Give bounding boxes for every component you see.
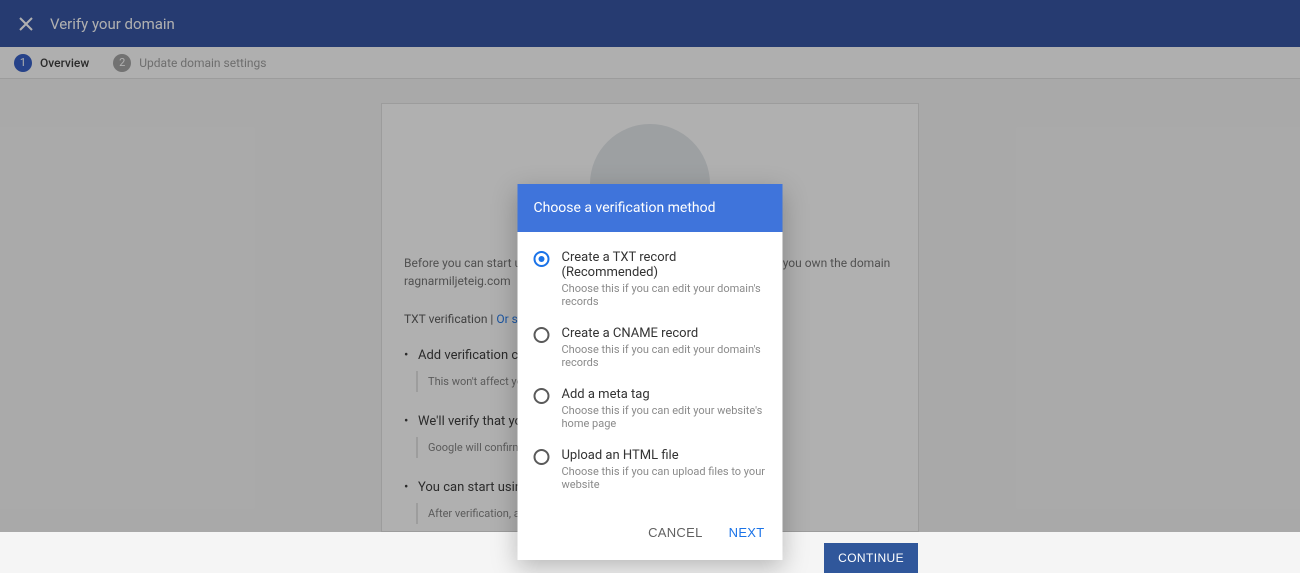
option-txt-record[interactable]: Create a TXT record (Recommended) Choose… — [534, 250, 767, 308]
option-title: Create a TXT record (Recommended) — [562, 250, 767, 280]
dialog-title: Choose a verification method — [518, 184, 783, 232]
option-desc: Choose this if you can edit your domain'… — [562, 282, 767, 308]
continue-button[interactable]: CONTINUE — [824, 543, 918, 573]
option-title: Add a meta tag — [562, 387, 767, 402]
option-desc: Choose this if you can upload files to y… — [562, 465, 767, 491]
option-cname-record[interactable]: Create a CNAME record Choose this if you… — [534, 326, 767, 369]
radio-icon — [534, 327, 550, 343]
radio-icon — [534, 251, 550, 267]
option-meta-tag[interactable]: Add a meta tag Choose this if you can ed… — [534, 387, 767, 430]
option-desc: Choose this if you can edit your domain'… — [562, 343, 767, 369]
option-title: Upload an HTML file — [562, 448, 767, 463]
dialog-actions: CANCEL NEXT — [518, 515, 783, 560]
option-title: Create a CNAME record — [562, 326, 767, 341]
radio-icon — [534, 388, 550, 404]
option-html-file[interactable]: Upload an HTML file Choose this if you c… — [534, 448, 767, 491]
dialog-body: Create a TXT record (Recommended) Choose… — [518, 232, 783, 515]
radio-icon — [534, 449, 550, 465]
verification-method-dialog: Choose a verification method Create a TX… — [518, 184, 783, 560]
next-button[interactable]: NEXT — [727, 521, 767, 544]
cancel-button[interactable]: CANCEL — [646, 521, 705, 544]
option-desc: Choose this if you can edit your website… — [562, 404, 767, 430]
